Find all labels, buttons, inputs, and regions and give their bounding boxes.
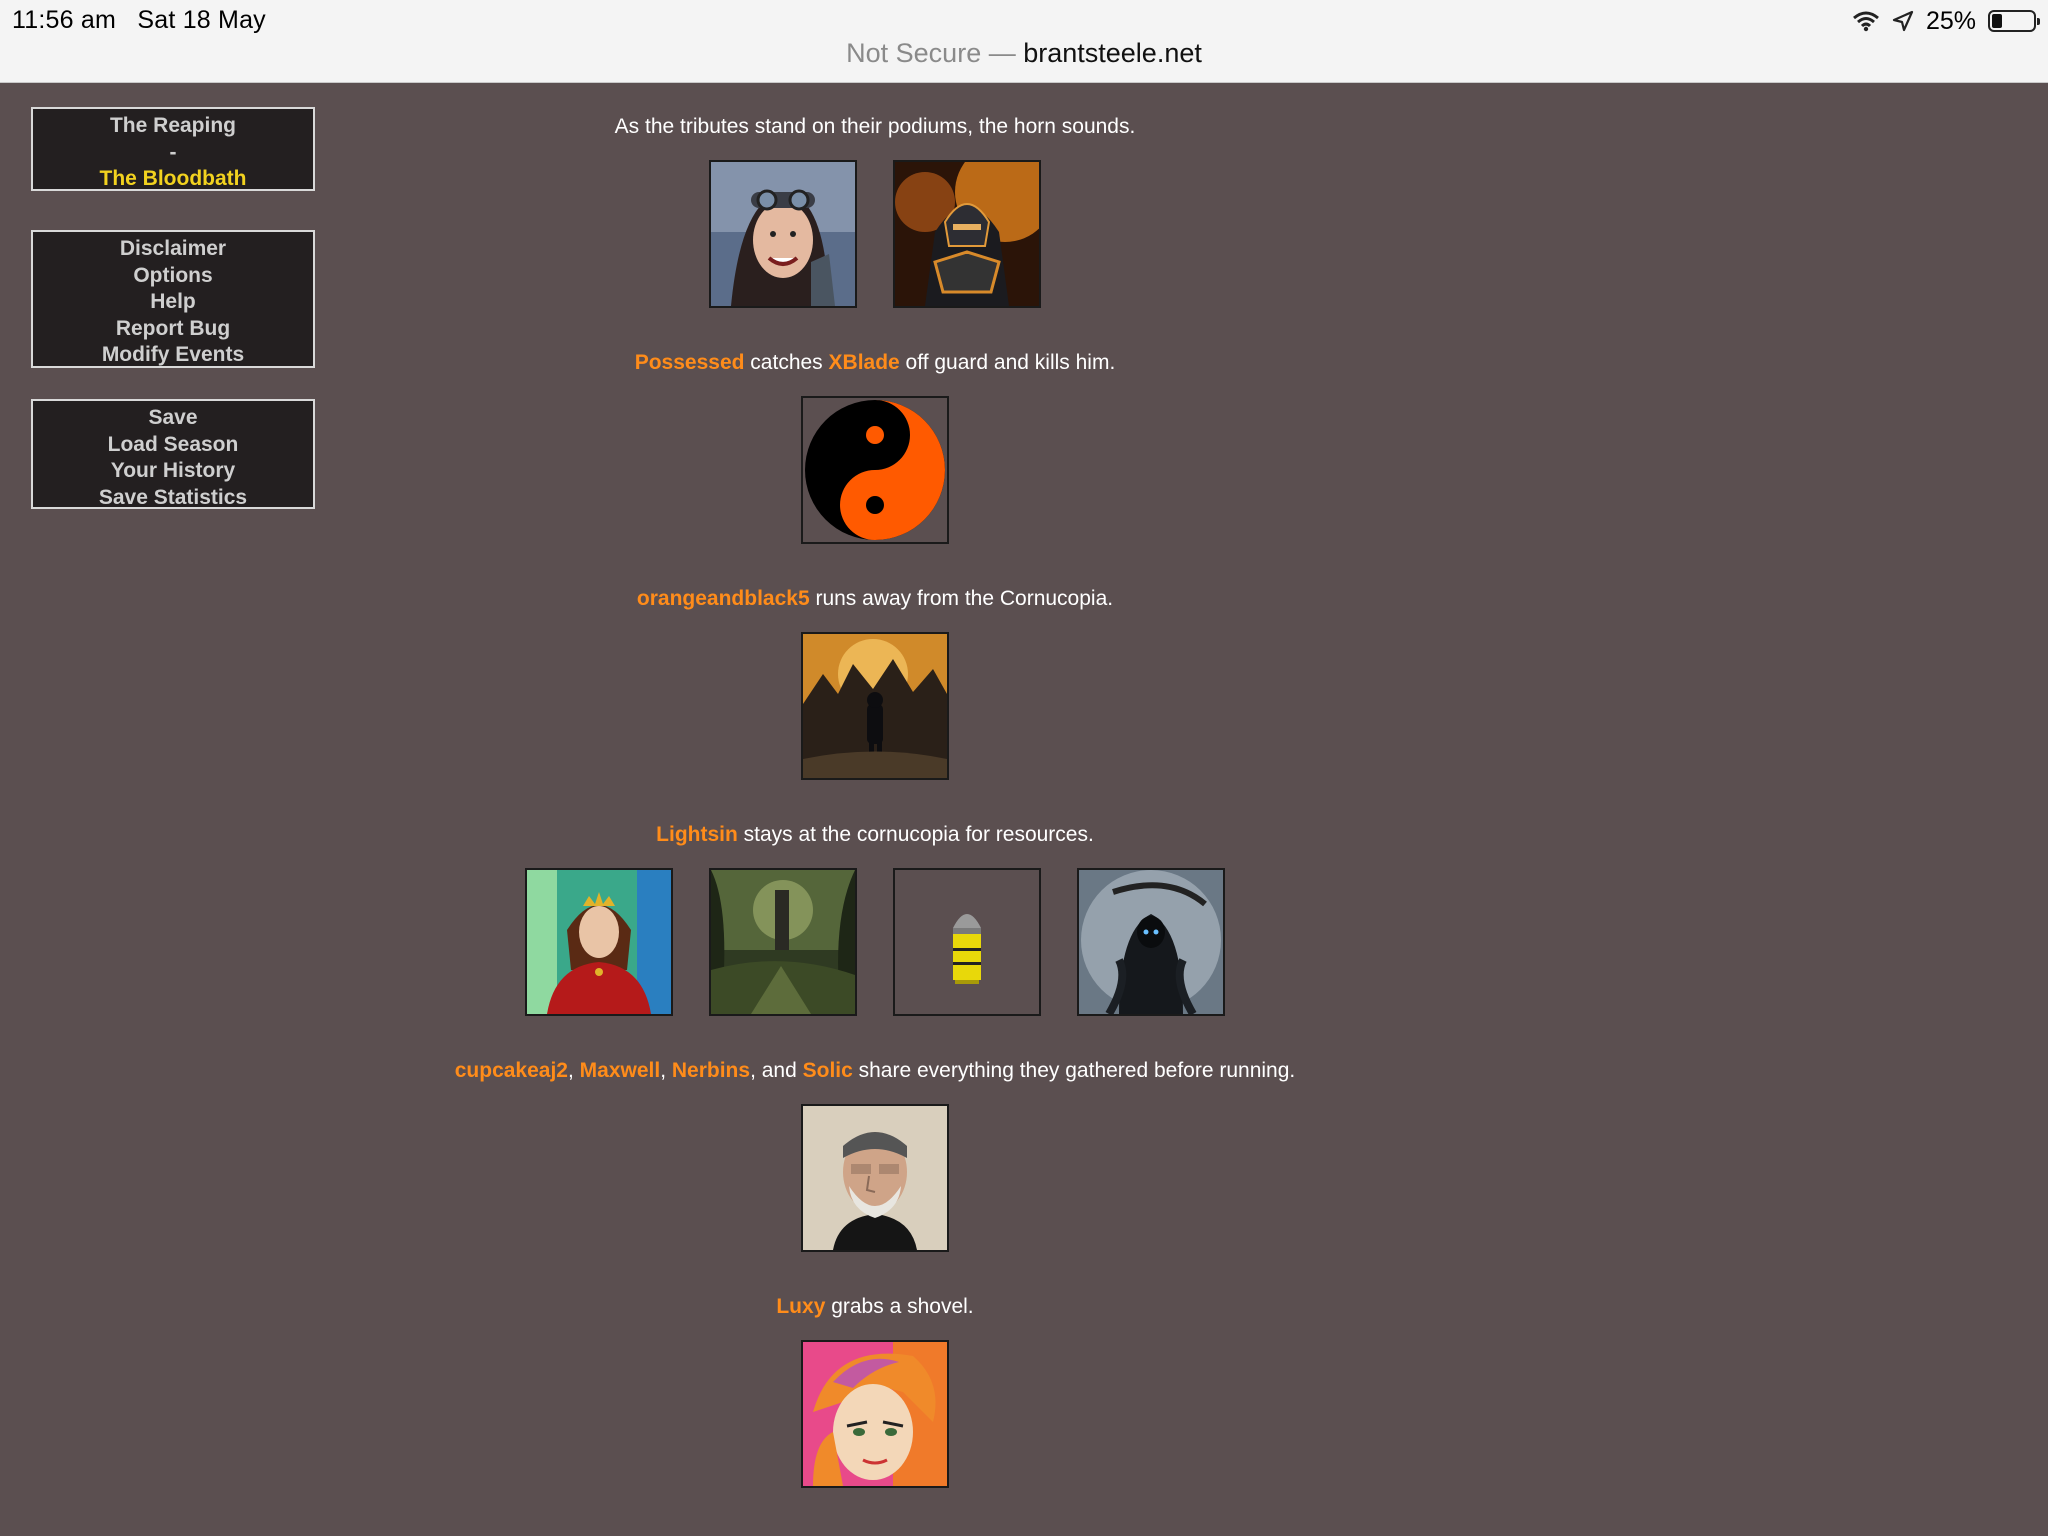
browser-top-bar: 11:56 am Sat 18 May 25% Not Secure — bra… (0, 0, 2048, 83)
anime-orange-hair-portrait (801, 1340, 949, 1488)
tribute-name: Lightsin (656, 823, 738, 846)
nav-report-bug[interactable]: Report Bug (33, 316, 313, 343)
intro-text: As the tributes stand on their podiums, … (614, 115, 1136, 138)
bearded-man-portrait (801, 1104, 949, 1252)
tribute-name: Luxy (776, 1295, 826, 1318)
event-portraits (395, 1340, 1355, 1488)
nav-your-history[interactable]: Your History (33, 458, 313, 485)
event-description: , and (750, 1059, 803, 1082)
event-description: , (567, 1059, 580, 1082)
tribute-name: orangeandblack5 (636, 587, 810, 610)
url-domain: brantsteele.net (1023, 38, 1202, 68)
event-description: catches (744, 351, 829, 374)
event-text: Luxy grabs a shovel. (395, 1292, 1355, 1322)
info-menu: Disclaimer Options Help Report Bug Modif… (31, 230, 315, 368)
nav-separator: - (169, 140, 177, 164)
tribute-name: Nerbins (671, 1059, 751, 1082)
save-menu: Save Load Season Your History Save Stati… (31, 399, 315, 509)
queen-red-dress-portrait (525, 868, 673, 1016)
nav-load-season[interactable]: Load Season (33, 432, 313, 459)
goggles-woman-portrait (709, 160, 857, 308)
battery-fill (1992, 14, 2002, 28)
nav-disclaimer[interactable]: Disclaimer (33, 236, 313, 263)
yellow-bullet-portrait (893, 868, 1041, 1016)
forest-ruins-portrait (709, 868, 857, 1016)
event-text: cupcakeaj2, Maxwell, Nerbins, and Solic … (395, 1056, 1355, 1086)
wifi-icon (1852, 11, 1879, 32)
event-portraits (395, 1104, 1355, 1252)
tribute-name: Solic (802, 1059, 853, 1082)
nav-the-bloodbath[interactable]: The Bloodbath (33, 166, 313, 193)
reaper-portrait (1077, 868, 1225, 1016)
event-text: Possessed catches XBlade off guard and k… (395, 348, 1355, 378)
location-arrow-icon (1892, 10, 1914, 32)
event-text: Lightsin stays at the cornucopia for res… (395, 820, 1355, 850)
event-description: , (660, 1059, 672, 1082)
nav-help[interactable]: Help (33, 289, 313, 316)
event-description: grabs a shovel. (825, 1295, 974, 1318)
address-bar[interactable]: Not Secure — brantsteele.net (0, 38, 2048, 69)
tribute-name: cupcakeaj2 (454, 1059, 568, 1082)
tribute-name: XBlade (828, 351, 900, 374)
event-feed: As the tributes stand on their podiums, … (395, 112, 1355, 1528)
event-description: share everything they gathered before ru… (852, 1059, 1296, 1082)
status-clock: 11:56 am (12, 6, 116, 34)
event-portraits (395, 396, 1355, 544)
status-date: Sat 18 May (137, 6, 266, 34)
soldier-explosion-portrait (801, 632, 949, 780)
event-portraits (395, 632, 1355, 780)
phase-menu: The Reaping - The Bloodbath (31, 107, 315, 191)
nav-options[interactable]: Options (33, 263, 313, 290)
event-description: runs away from the Cornucopia. (809, 587, 1114, 610)
nav-save[interactable]: Save (33, 405, 313, 432)
battery-percent: 25% (1925, 6, 1976, 35)
nav-modify-events[interactable]: Modify Events (33, 342, 313, 369)
security-warning: Not Secure — (846, 38, 1016, 68)
dark-knight-portrait (893, 160, 1041, 308)
tribute-name: Possessed (634, 351, 745, 374)
battery-icon (1988, 10, 2040, 32)
status-indicators: 25% (1852, 6, 2040, 36)
tribute-name: Maxwell (579, 1059, 661, 1082)
event-description: off guard and kills him. (899, 351, 1116, 374)
nav-the-reaping[interactable]: The Reaping (33, 113, 313, 140)
event-portraits (395, 868, 1355, 1016)
nav-save-statistics[interactable]: Save Statistics (33, 485, 313, 512)
status-time: 11:56 am Sat 18 May (12, 6, 266, 35)
yin-yang-portrait (801, 396, 949, 544)
event-portraits (395, 160, 1355, 308)
event-text: orangeandblack5 runs away from the Cornu… (395, 584, 1355, 614)
event-description: stays at the cornucopia for resources. (737, 823, 1094, 846)
